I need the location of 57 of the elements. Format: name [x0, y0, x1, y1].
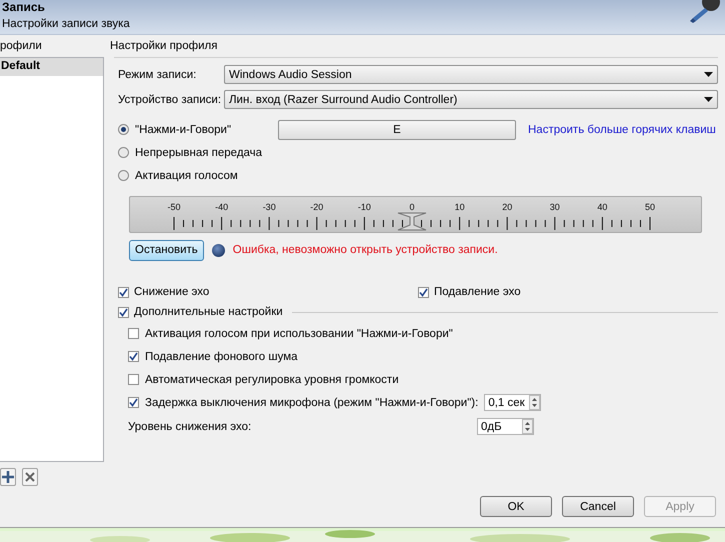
dropdown[interactable]: Лин. вход (Razer Surround Audio Controller) — [224, 90, 718, 109]
caret-icon — [704, 72, 713, 77]
checkbox[interactable] — [128, 374, 139, 385]
field-label: Уровень снижения эхо: — [128, 420, 252, 432]
checkbox[interactable] — [128, 328, 139, 339]
status-indicator-icon — [212, 244, 225, 256]
scale-label: 50 — [645, 202, 655, 212]
radio-label: "Нажми-и-Говори" — [135, 124, 232, 136]
spin-arrows-icon[interactable] — [522, 419, 533, 434]
spin-arrows-icon[interactable] — [529, 395, 540, 410]
radio-label: Активация голосом — [135, 170, 239, 182]
scale-label: -10 — [358, 202, 371, 212]
spin-field[interactable]: 0,1 сек — [484, 394, 542, 411]
scale-label: -30 — [262, 202, 276, 212]
dialog-button[interactable]: OK — [480, 496, 552, 517]
checkbox-label: Снижение эхо — [134, 286, 210, 298]
profile-item[interactable]: Default — [0, 58, 103, 76]
field-label: Устройство записи: — [118, 94, 222, 106]
radio-label: Непрерывная передача — [135, 146, 264, 158]
checkbox[interactable] — [418, 286, 429, 298]
remove-button[interactable] — [22, 468, 38, 486]
checkbox-label: Автоматическая регулировка уровня громкости — [145, 374, 399, 386]
checkbox[interactable] — [118, 306, 129, 318]
radio-button[interactable] — [118, 124, 129, 135]
scale-label: -40 — [215, 202, 228, 212]
checkbox-label: Подавление эхо — [434, 286, 521, 298]
radio-button[interactable] — [118, 147, 129, 158]
checkbox[interactable] — [118, 286, 129, 298]
section-label: Дополнительные настройки — [134, 306, 283, 318]
scale-label: -20 — [310, 202, 324, 212]
scale-label: 40 — [597, 202, 608, 212]
threshold-handle[interactable] — [398, 212, 426, 230]
scale-label: 10 — [454, 202, 465, 212]
profile-settings-heading: Настройки профиля — [110, 39, 218, 54]
checkbox-label: Задержка выключения микрофона (режим "Нажми-и-Говори"): — [145, 396, 478, 408]
field-label: Режим записи: — [118, 68, 198, 80]
dialog-button[interactable]: Cancel — [562, 496, 634, 517]
scale-label: 20 — [502, 202, 512, 212]
checkbox[interactable] — [128, 351, 139, 362]
dropdown[interactable]: Windows Audio Session — [224, 65, 718, 84]
scale-label: 0 — [410, 202, 414, 212]
scale-label: 30 — [550, 202, 560, 212]
radio-button[interactable] — [118, 170, 129, 181]
checkbox-label: Активация голосом при использовании "Нажми-и-Говори" — [145, 328, 453, 340]
checkbox-label: Подавление фонового шума — [145, 350, 298, 362]
dialog-title: Запись — [2, 0, 45, 14]
dialog-subtitle: Настройки записи звука — [2, 18, 130, 30]
error-message: Ошибка, невозможно открыть устройство записи. — [232, 244, 498, 256]
hotkey-button[interactable]: E — [278, 120, 516, 140]
profiles-heading: рофили — [0, 39, 43, 54]
scale-label: -50 — [168, 202, 180, 212]
caret-icon — [704, 97, 713, 102]
stop-button[interactable]: Остановить — [129, 240, 204, 260]
add-button[interactable] — [0, 468, 16, 486]
spin-field[interactable]: 0дБ — [477, 418, 534, 435]
hotkey-link[interactable]: Настроить больше горячих клавиш — [528, 124, 716, 136]
checkbox[interactable] — [128, 397, 139, 408]
